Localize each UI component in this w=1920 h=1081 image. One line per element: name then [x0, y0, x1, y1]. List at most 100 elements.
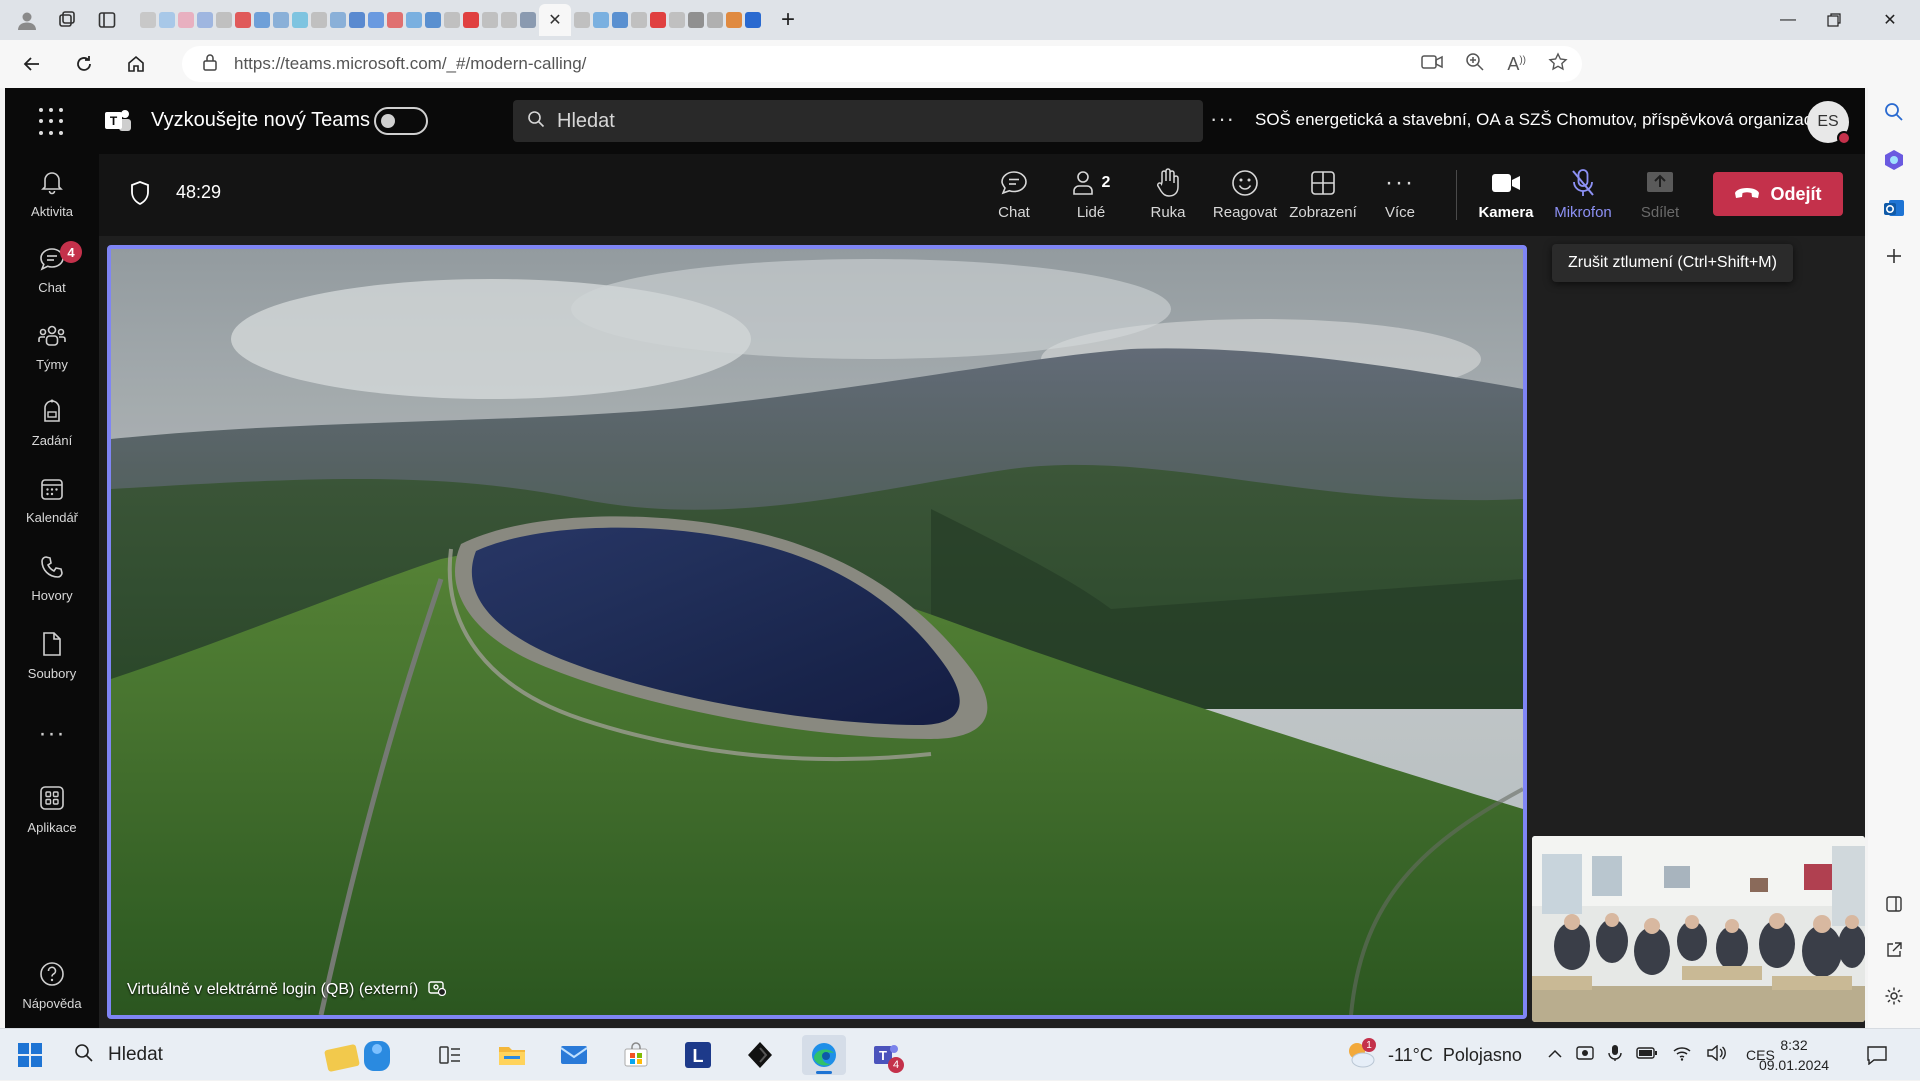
browser-tab[interactable] — [406, 12, 422, 28]
browser-tab[interactable] — [349, 12, 365, 28]
browser-tab[interactable] — [330, 12, 346, 28]
browser-tab[interactable] — [745, 12, 761, 28]
browser-tab[interactable] — [650, 12, 666, 28]
browser-tab[interactable] — [216, 12, 232, 28]
rail-item-assignments[interactable]: Zadání — [5, 391, 99, 455]
browser-tab[interactable] — [235, 12, 251, 28]
taskbar-search-input[interactable]: Hledat — [62, 1035, 422, 1075]
view-button[interactable]: Zobrazení — [1289, 166, 1357, 228]
browser-tab[interactable] — [707, 12, 723, 28]
browser-tab[interactable] — [254, 12, 270, 28]
task-view-icon[interactable] — [428, 1035, 472, 1075]
browser-tab[interactable] — [140, 12, 156, 28]
workspaces-icon[interactable] — [50, 3, 84, 37]
browser-tab[interactable] — [197, 12, 213, 28]
file-explorer-icon[interactable] — [490, 1035, 534, 1075]
restore-button[interactable] — [1806, 0, 1862, 40]
active-tab-close-icon[interactable]: ✕ — [539, 4, 571, 36]
wifi-icon[interactable] — [1672, 1045, 1692, 1066]
profile-icon[interactable] — [10, 3, 44, 37]
sidebar-copilot-icon[interactable] — [1878, 144, 1910, 176]
weather-widget[interactable]: 1 -11°C Polojasno — [1344, 1029, 1522, 1081]
l-app-icon[interactable]: L — [676, 1035, 720, 1075]
microphone-button[interactable]: Mikrofon — [1550, 166, 1616, 228]
url-field[interactable]: https://teams.microsoft.com/_#/modern-ca… — [182, 46, 1582, 82]
browser-tab[interactable] — [612, 12, 628, 28]
leave-button[interactable]: Odejít — [1713, 172, 1843, 216]
browser-tab[interactable] — [631, 12, 647, 28]
more-button[interactable]: ··· Více — [1367, 166, 1433, 228]
search-input[interactable]: Hledat — [513, 100, 1203, 142]
app-launcher-icon[interactable] — [39, 108, 67, 136]
sidebar-settings-icon[interactable] — [1878, 980, 1910, 1012]
browser-tab[interactable] — [425, 12, 441, 28]
browser-tab[interactable] — [273, 12, 289, 28]
close-window-button[interactable]: ✕ — [1862, 0, 1918, 40]
mail-icon[interactable] — [552, 1035, 596, 1075]
react-button[interactable]: Reagovat — [1212, 166, 1278, 228]
self-view-video[interactable] — [1532, 836, 1865, 1022]
microsoft-store-icon[interactable] — [614, 1035, 658, 1075]
sidebar-outlook-icon[interactable] — [1878, 192, 1910, 224]
favorite-star-icon[interactable] — [1548, 51, 1568, 77]
sidebar-hide-icon[interactable] — [1878, 888, 1910, 920]
user-avatar[interactable]: ES — [1807, 101, 1851, 145]
rail-item-calls[interactable]: Hovory — [5, 547, 99, 611]
settings-more-button[interactable]: ··· — [1210, 106, 1235, 132]
rail-item-chat[interactable]: Chat 4 — [5, 239, 99, 303]
chevron-up-icon[interactable] — [1548, 1046, 1562, 1064]
browser-tab[interactable] — [593, 12, 609, 28]
lock-icon[interactable] — [202, 53, 218, 76]
rail-item-teams[interactable]: Týmy — [5, 316, 99, 380]
browser-tab[interactable] — [574, 12, 590, 28]
chat-button[interactable]: Chat — [981, 166, 1047, 228]
tab-actions-icon[interactable] — [90, 3, 124, 37]
rail-item-apps[interactable]: Aplikace — [5, 778, 99, 842]
browser-tab[interactable] — [159, 12, 175, 28]
browser-tab[interactable] — [311, 12, 327, 28]
read-aloud-icon[interactable]: A)) — [1507, 54, 1526, 75]
notification-center-icon[interactable] — [1866, 1029, 1888, 1081]
home-button[interactable] — [116, 44, 156, 84]
taskbar-clock[interactable]: 8:32 09.01.2024 — [1744, 1035, 1844, 1075]
battery-icon[interactable] — [1636, 1046, 1658, 1065]
browser-tab[interactable] — [444, 12, 460, 28]
rail-more-button[interactable]: ··· — [5, 702, 99, 766]
browser-tab[interactable] — [520, 12, 536, 28]
rail-item-files[interactable]: Soubory — [5, 624, 99, 688]
share-button[interactable]: Sdílet — [1627, 166, 1693, 228]
camera-button[interactable]: Kamera — [1473, 166, 1539, 228]
browser-tab[interactable] — [669, 12, 685, 28]
teams-taskbar-icon[interactable]: T 4 — [864, 1035, 908, 1075]
rail-item-help[interactable]: Nápověda — [5, 954, 99, 1018]
raise-hand-button[interactable]: Ruka — [1135, 166, 1201, 228]
speaker-icon[interactable] — [1706, 1044, 1726, 1066]
shield-icon[interactable] — [129, 180, 151, 206]
browser-tab[interactable] — [463, 12, 479, 28]
rail-item-calendar[interactable]: Kalendář — [5, 469, 99, 533]
sidebar-add-icon[interactable] — [1878, 240, 1910, 272]
camera-permission-icon[interactable] — [1421, 54, 1444, 75]
browser-tab[interactable] — [178, 12, 194, 28]
browser-tab[interactable] — [501, 12, 517, 28]
browser-tab[interactable] — [726, 12, 742, 28]
new-teams-toggle[interactable] — [374, 107, 428, 135]
browser-tab[interactable] — [482, 12, 498, 28]
people-button[interactable]: 2 Lidé — [1058, 166, 1124, 228]
browser-tab[interactable] — [368, 12, 384, 28]
sidebar-open-external-icon[interactable] — [1878, 934, 1910, 966]
org-name[interactable]: SOŠ energetická a stavební, OA a SZŠ Cho… — [1255, 110, 1822, 130]
refresh-button[interactable] — [64, 44, 104, 84]
microphone-tray-icon[interactable] — [1608, 1044, 1622, 1067]
sidebar-search-icon[interactable] — [1878, 96, 1910, 128]
browser-tab[interactable] — [688, 12, 704, 28]
browser-tab[interactable] — [387, 12, 403, 28]
tray-app-icon[interactable] — [1576, 1044, 1594, 1067]
shared-video-stage[interactable]: Virtuálně v elektrárně login (QB) (exter… — [107, 245, 1527, 1019]
rail-item-activity[interactable]: Aktivita — [5, 162, 99, 226]
url-text[interactable]: https://teams.microsoft.com/_#/modern-ca… — [234, 54, 586, 74]
windows-start-icon[interactable] — [18, 1043, 42, 1067]
black-app-icon[interactable] — [738, 1035, 782, 1075]
zoom-icon[interactable] — [1465, 52, 1485, 77]
back-button[interactable] — [12, 44, 52, 84]
